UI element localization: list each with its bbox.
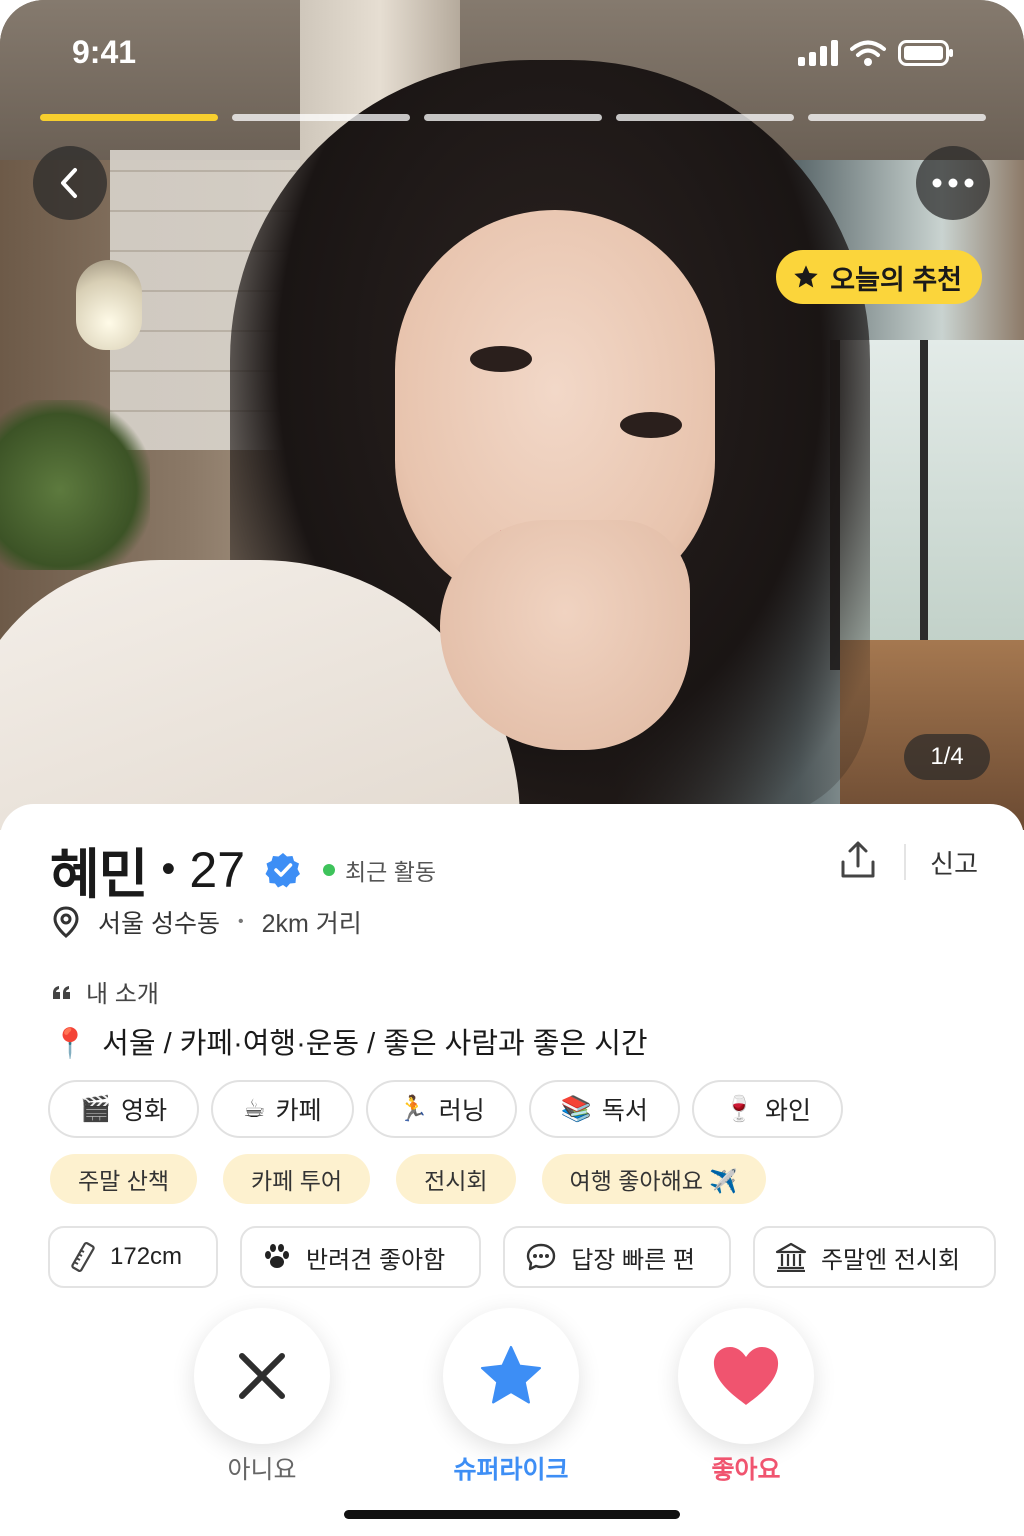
status-time: 9:41 (72, 34, 137, 70)
info-chip-height: 172cm (48, 1226, 219, 1288)
photo-counter: 1/4 (904, 734, 990, 780)
like-label: 좋아요 (711, 1456, 781, 1484)
activity-status: 최근 활동 (323, 853, 436, 887)
ruler-icon (71, 1242, 95, 1272)
back-button[interactable] (33, 146, 107, 220)
interest-chip-running[interactable]: 🏃 러닝 (365, 1080, 517, 1138)
superlike-label: 슈퍼라이크 (453, 1456, 569, 1484)
interest-chips: 🎬 영화 ☕ 카페 🏃 러닝 📚 독서 🍷 와인 (48, 1080, 844, 1138)
photo-progress (40, 114, 986, 122)
battery-icon (898, 40, 953, 66)
wine-emoji-icon: 🍷 (723, 1094, 756, 1123)
progress-segment-4 (616, 114, 794, 121)
today-pick-badge: 오늘의 추천 (776, 250, 982, 304)
profile-photo[interactable] (0, 0, 1024, 830)
interest-label: 와인 (765, 1097, 812, 1125)
photo-bg-lamp (76, 260, 142, 350)
interest-label: 카페 (275, 1097, 322, 1125)
share-icon[interactable] (838, 840, 878, 880)
progress-segment-2 (232, 114, 410, 121)
interest-label: 러닝 (438, 1097, 485, 1125)
verified-badge-icon (265, 852, 301, 887)
today-pick-label: 오늘의 추천 (830, 264, 962, 295)
heart-icon (713, 1347, 779, 1405)
quote-icon (53, 985, 70, 999)
progress-segment-1 (40, 114, 218, 121)
movie-emoji-icon: 🎬 (80, 1094, 112, 1123)
like-button[interactable] (678, 1308, 814, 1444)
close-icon (239, 1353, 285, 1399)
progress-segment-5 (808, 114, 986, 121)
paw-icon (265, 1244, 290, 1268)
info-chip-reply: 답장 빠른 편 (503, 1226, 731, 1288)
superlike-button[interactable] (443, 1308, 579, 1444)
progress-segment-3 (424, 114, 602, 121)
intro-body: 서울 / 카페·여행·운동 / 좋은 사람과 좋은 시간 (102, 1028, 648, 1060)
interest-chip-wine[interactable]: 🍷 와인 (691, 1080, 844, 1138)
action-bar: 아니요 슈퍼라이크 좋아요 (0, 1300, 1024, 1500)
nope-button[interactable] (194, 1308, 330, 1444)
intro-text: 📍 서울 / 카페·여행·운동 / 좋은 사람과 좋은 시간 (52, 1020, 648, 1062)
name-separator: • (161, 847, 176, 891)
location-dot: • (237, 913, 244, 930)
home-indicator (344, 1510, 680, 1519)
interest-label: 영화 (121, 1097, 168, 1125)
museum-icon (775, 1242, 807, 1272)
info-label: 반려견 좋아함 (306, 1246, 446, 1274)
tag-chip[interactable]: 카페 투어 (223, 1154, 371, 1204)
activity-label: 최근 활동 (345, 858, 437, 885)
header-divider (904, 844, 906, 880)
photo-eye-right (620, 412, 682, 438)
runner-emoji-icon: 🏃 (397, 1094, 429, 1123)
location-text: 서울 성수동 (98, 910, 220, 938)
star-icon (794, 265, 818, 288)
chat-icon (527, 1243, 556, 1271)
name-row: 혜민 • 27 최근 활동 (50, 830, 436, 909)
info-chips: 172cm 반려견 좋아함 답장 빠른 편 주말엔 전시회 (48, 1226, 997, 1288)
pin-emoji: 📍 (52, 1028, 89, 1060)
report-button[interactable]: 신고 (930, 844, 978, 881)
status-bar: 9:41 (0, 34, 1024, 78)
interest-label: 독서 (601, 1097, 648, 1125)
info-chip-weekend: 주말엔 전시회 (752, 1226, 997, 1288)
nope-label: 아니요 (227, 1456, 297, 1484)
wifi-icon (850, 40, 886, 66)
info-label: 답장 빠른 편 (571, 1246, 695, 1274)
intro-label: 내 소개 (86, 981, 159, 1008)
signal-icon (798, 40, 838, 66)
more-button[interactable] (916, 146, 990, 220)
tag-chip[interactable]: 주말 산책 (50, 1154, 198, 1204)
photo-bg-plant (0, 400, 150, 570)
tag-chip[interactable]: 여행 좋아해요 ✈️ (541, 1154, 766, 1204)
profile-age: 27 (189, 841, 246, 898)
photo-hand (440, 520, 690, 750)
tag-chip[interactable]: 전시회 (396, 1154, 516, 1204)
status-icons (798, 40, 954, 66)
distance-text: 2km 거리 (261, 910, 362, 938)
location-pin-icon (53, 906, 79, 938)
info-label: 주말엔 전시회 (820, 1246, 961, 1274)
star-icon (480, 1345, 542, 1404)
intro-header: 내 소개 (52, 974, 159, 1009)
more-dots-icon (932, 178, 974, 188)
interest-chip-reading[interactable]: 📚 독서 (528, 1080, 680, 1138)
tag-chips: 주말 산책 카페 투어 전시회 여행 좋아해요 ✈️ (50, 1154, 766, 1204)
coffee-emoji-icon: ☕ (243, 1095, 266, 1123)
interest-chip-movie[interactable]: 🎬 영화 (48, 1080, 200, 1138)
interest-chip-cafe[interactable]: ☕ 카페 (211, 1080, 354, 1138)
books-emoji-icon: 📚 (560, 1094, 592, 1123)
location-row: 서울 성수동 • 2km 거리 (52, 904, 362, 940)
chevron-left-icon (61, 168, 77, 198)
info-label: 172cm (110, 1243, 183, 1270)
online-dot (323, 863, 336, 876)
photo-eye-left (470, 346, 532, 372)
info-chip-pets: 반려견 좋아함 (240, 1226, 482, 1288)
profile-name: 혜민 (50, 845, 148, 905)
